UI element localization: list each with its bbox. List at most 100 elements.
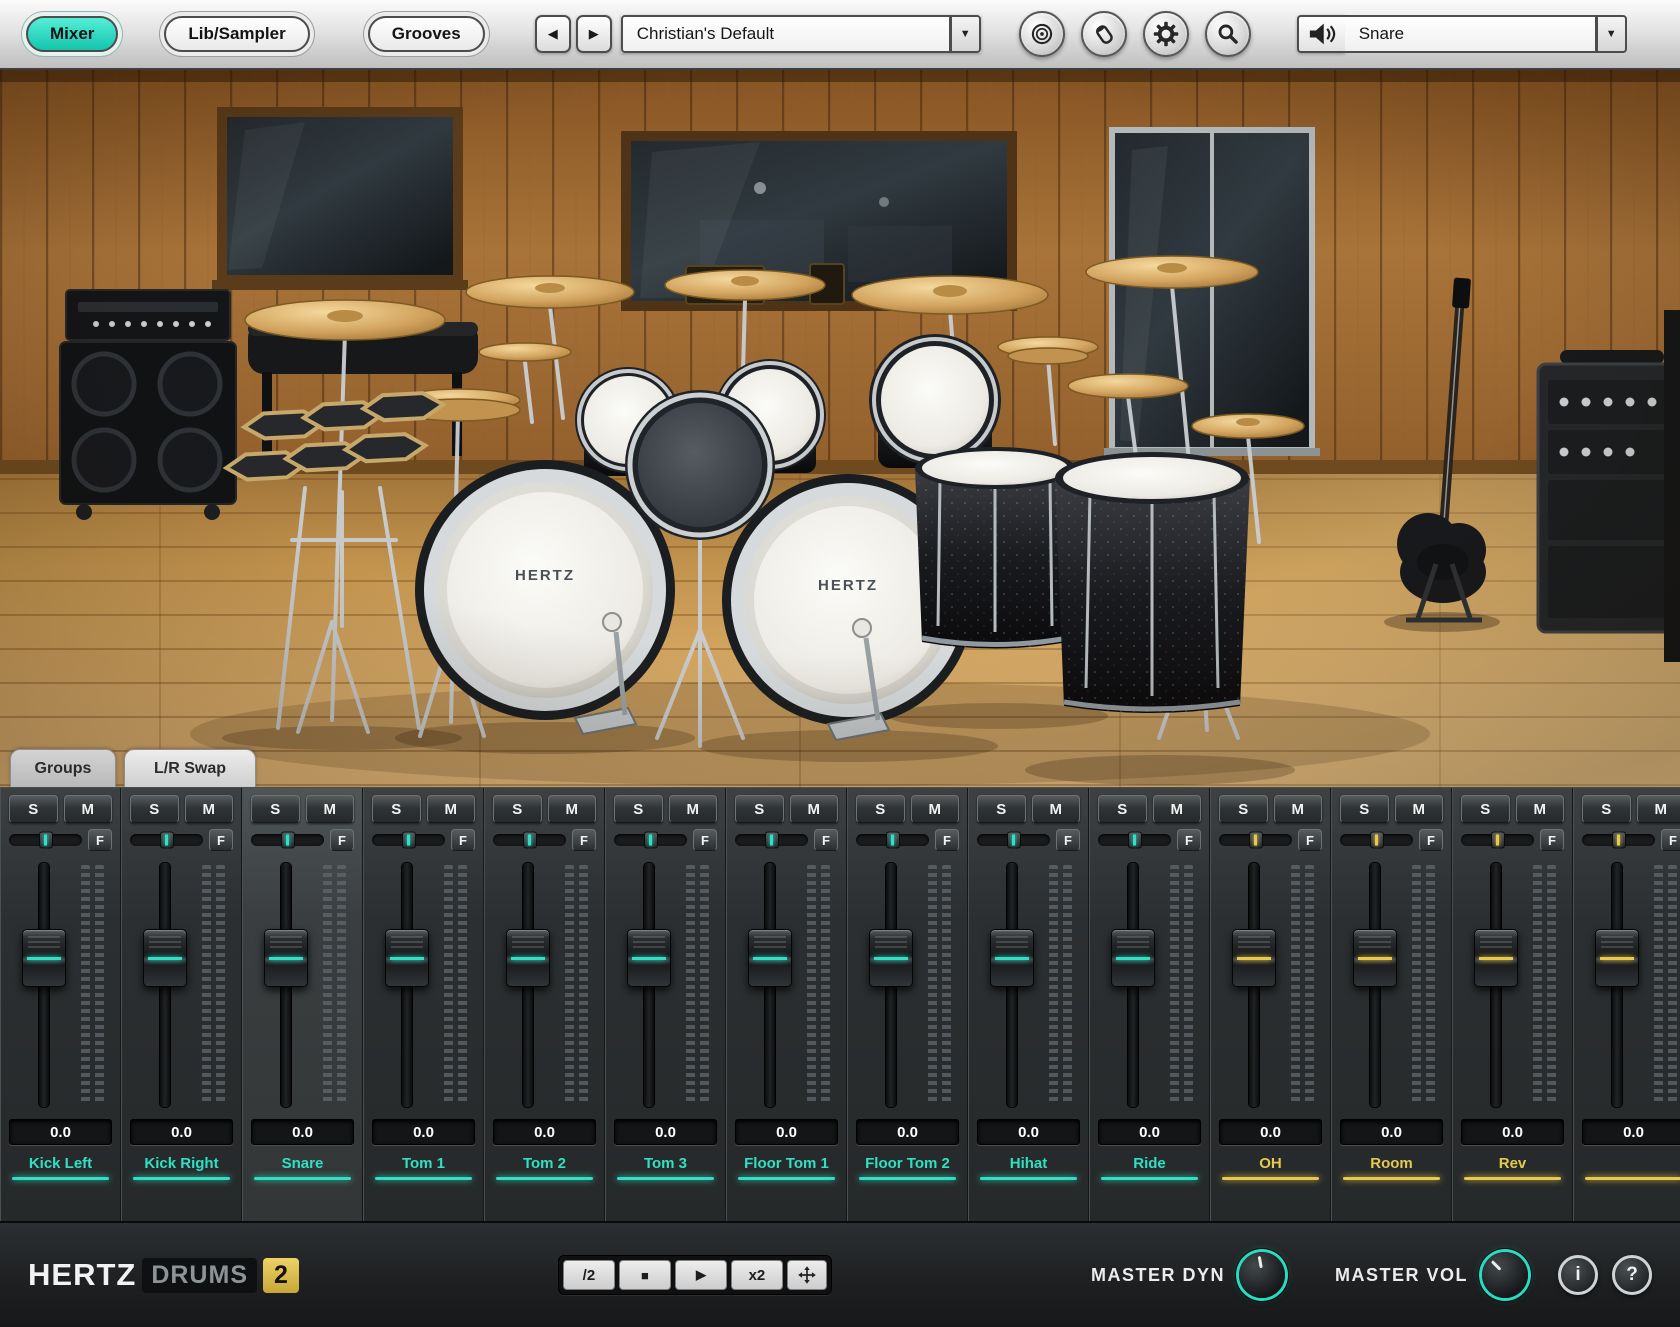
grooves-tab-button[interactable]: Grooves — [368, 16, 485, 52]
channel-name[interactable]: Ride — [1098, 1152, 1201, 1176]
pan-slider[interactable] — [372, 834, 445, 846]
move-icon[interactable] — [787, 1260, 827, 1290]
solo-button[interactable]: S — [856, 795, 905, 823]
instrument-dropdown-button[interactable]: ▼ — [1597, 15, 1627, 53]
half-tempo-button[interactable]: /2 — [563, 1260, 615, 1290]
solo-button[interactable]: S — [977, 795, 1026, 823]
solo-button[interactable]: S — [735, 795, 784, 823]
pan-thumb[interactable] — [1249, 832, 1263, 849]
fader-cap[interactable] — [385, 929, 429, 987]
solo-button[interactable]: S — [9, 795, 58, 823]
fader-cap[interactable] — [748, 929, 792, 987]
fader-cap[interactable] — [506, 929, 550, 987]
preset-next-button[interactable]: ▶ — [576, 15, 612, 53]
pan-thumb[interactable] — [1128, 832, 1142, 849]
channel-name[interactable]: Tom 2 — [493, 1152, 596, 1176]
channel-name[interactable]: Tom 3 — [614, 1152, 717, 1176]
mute-button[interactable]: M — [669, 795, 718, 823]
fader-mode-button[interactable]: F — [814, 829, 838, 851]
volume-fader[interactable] — [1249, 863, 1259, 1107]
pan-thumb[interactable] — [644, 832, 658, 849]
fader-cap[interactable] — [990, 929, 1034, 987]
volume-fader[interactable] — [644, 863, 654, 1107]
pan-thumb[interactable] — [160, 832, 174, 849]
master-vol-knob[interactable] — [1482, 1252, 1528, 1298]
pan-slider[interactable] — [251, 834, 324, 846]
solo-button[interactable]: S — [493, 795, 542, 823]
search-icon[interactable] — [1205, 11, 1251, 57]
solo-button[interactable]: S — [614, 795, 663, 823]
fader-mode-button[interactable]: F — [330, 829, 354, 851]
info-button[interactable]: i — [1558, 1255, 1598, 1295]
fader-cap[interactable] — [22, 929, 66, 987]
fader-cap[interactable] — [1474, 929, 1518, 987]
volume-fader[interactable] — [402, 863, 412, 1107]
pan-thumb[interactable] — [1370, 832, 1384, 849]
mute-button[interactable]: M — [911, 795, 960, 823]
solo-button[interactable]: S — [251, 795, 300, 823]
solo-button[interactable]: S — [1219, 795, 1268, 823]
channel-name[interactable]: OH — [1219, 1152, 1322, 1176]
pan-thumb[interactable] — [39, 832, 53, 849]
mixer-tab-button[interactable]: Mixer — [26, 16, 118, 52]
pan-slider[interactable] — [1582, 834, 1655, 846]
pan-thumb[interactable] — [886, 832, 900, 849]
volume-fader[interactable] — [160, 863, 170, 1107]
pan-thumb[interactable] — [1491, 832, 1505, 849]
mute-button[interactable]: M — [1274, 795, 1323, 823]
pan-thumb[interactable] — [402, 832, 416, 849]
master-dyn-knob[interactable] — [1239, 1252, 1285, 1298]
channel-name[interactable]: Hihat — [977, 1152, 1080, 1176]
fader-cap[interactable] — [143, 929, 187, 987]
double-tempo-button[interactable]: x2 — [731, 1260, 783, 1290]
fader-mode-button[interactable]: F — [693, 829, 717, 851]
mute-button[interactable]: M — [1032, 795, 1081, 823]
instrument-select[interactable]: Snare — [1345, 15, 1597, 53]
mute-button[interactable]: M — [427, 795, 476, 823]
preset-dropdown-button[interactable]: ▼ — [951, 15, 981, 53]
pan-slider[interactable] — [9, 834, 82, 846]
fader-cap[interactable] — [1232, 929, 1276, 987]
channel-name[interactable]: Tom 1 — [372, 1152, 475, 1176]
fader-mode-button[interactable]: F — [1298, 829, 1322, 851]
channel-name[interactable]: Room — [1340, 1152, 1443, 1176]
target-icon[interactable] — [1019, 11, 1065, 57]
pan-thumb[interactable] — [1007, 832, 1021, 849]
fader-mode-button[interactable]: F — [1177, 829, 1201, 851]
tab-lr-swap[interactable]: L/R Swap — [124, 749, 256, 787]
play-button[interactable]: ▶ — [675, 1260, 727, 1290]
solo-button[interactable]: S — [372, 795, 421, 823]
mute-button[interactable]: M — [1637, 795, 1680, 823]
fader-cap[interactable] — [1111, 929, 1155, 987]
volume-fader[interactable] — [281, 863, 291, 1107]
fader-mode-button[interactable]: F — [1419, 829, 1443, 851]
settings-gear-icon[interactable] — [1143, 11, 1189, 57]
fader-mode-button[interactable]: F — [88, 829, 112, 851]
fader-mode-button[interactable]: F — [1661, 829, 1680, 851]
tab-groups[interactable]: Groups — [10, 749, 116, 787]
preset-prev-button[interactable]: ◀ — [535, 15, 571, 53]
solo-button[interactable]: S — [1098, 795, 1147, 823]
solo-button[interactable]: S — [1340, 795, 1389, 823]
volume-fader[interactable] — [1491, 863, 1501, 1107]
pan-thumb[interactable] — [1612, 832, 1626, 849]
channel-name[interactable] — [1582, 1152, 1680, 1176]
drum-cylinder-icon[interactable] — [1081, 11, 1127, 57]
mute-button[interactable]: M — [548, 795, 597, 823]
channel-name[interactable]: Floor Tom 1 — [735, 1152, 838, 1176]
pan-slider[interactable] — [1461, 834, 1534, 846]
pan-slider[interactable] — [1340, 834, 1413, 846]
pan-slider[interactable] — [130, 834, 203, 846]
mute-button[interactable]: M — [185, 795, 234, 823]
volume-fader[interactable] — [1128, 863, 1138, 1107]
mute-button[interactable]: M — [1395, 795, 1444, 823]
speaker-icon[interactable] — [1297, 15, 1345, 53]
fader-mode-button[interactable]: F — [935, 829, 959, 851]
fader-cap[interactable] — [627, 929, 671, 987]
preset-select[interactable]: Christian's Default — [621, 15, 951, 53]
solo-button[interactable]: S — [1461, 795, 1510, 823]
fader-mode-button[interactable]: F — [1056, 829, 1080, 851]
volume-fader[interactable] — [39, 863, 49, 1107]
mute-button[interactable]: M — [1516, 795, 1565, 823]
volume-fader[interactable] — [886, 863, 896, 1107]
